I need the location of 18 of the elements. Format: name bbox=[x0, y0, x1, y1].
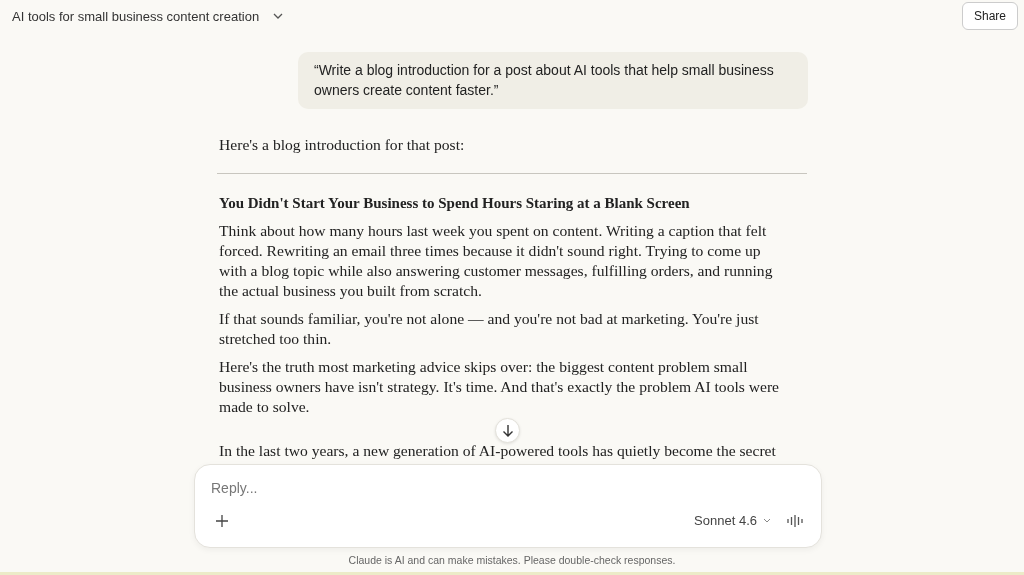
paragraph: Here's the truth most marketing advice skips over: the biggest content problem small business owners have isn't strategy. It's time. And that's exactly the problem AI tools were made to solve. bbox=[219, 357, 781, 417]
chat-title-button[interactable]: AI tools for small business content creation bbox=[12, 8, 284, 24]
arrow-down-icon bbox=[501, 423, 514, 438]
blog-heading: You Didn't Start Your Business to Spend Hours Staring at a Blank Screen bbox=[219, 194, 691, 213]
reply-input[interactable]: Reply... bbox=[211, 480, 511, 496]
scroll-down-button[interactable] bbox=[495, 418, 520, 443]
response-intro: Here's a blog introduction for that post: bbox=[219, 135, 466, 155]
share-button[interactable]: Share bbox=[961, 2, 1018, 30]
model-selector[interactable]: Sonnet 4.6 bbox=[694, 513, 771, 528]
plus-icon[interactable] bbox=[215, 513, 229, 528]
paragraph: In the last two years, a new generation of AI-powered tools has quietly become the secret bbox=[219, 441, 777, 461]
chevron-down-icon bbox=[273, 13, 284, 19]
paragraph: If that sounds familiar, you're not alone — and you're not bad at marketing. You're just stretched too thin. bbox=[219, 309, 760, 349]
user-message: “Write a blog introduction for a post about AI tools that help small business owners create content faster.” bbox=[298, 52, 808, 109]
voice-icon[interactable] bbox=[787, 513, 805, 528]
chevron-down-icon bbox=[763, 518, 771, 523]
disclaimer-text: Claude is AI and can make mistakes. Please double-check responses. bbox=[347, 554, 677, 566]
paragraph: Think about how many hours last week you spent on content. Writing a caption that felt forced. Rewriting an email three times because it didn't sound right. Trying to come up with a blog topic while also answering customer messages, fulfilling orders, and running the actual business you built from scratch. bbox=[219, 221, 774, 301]
